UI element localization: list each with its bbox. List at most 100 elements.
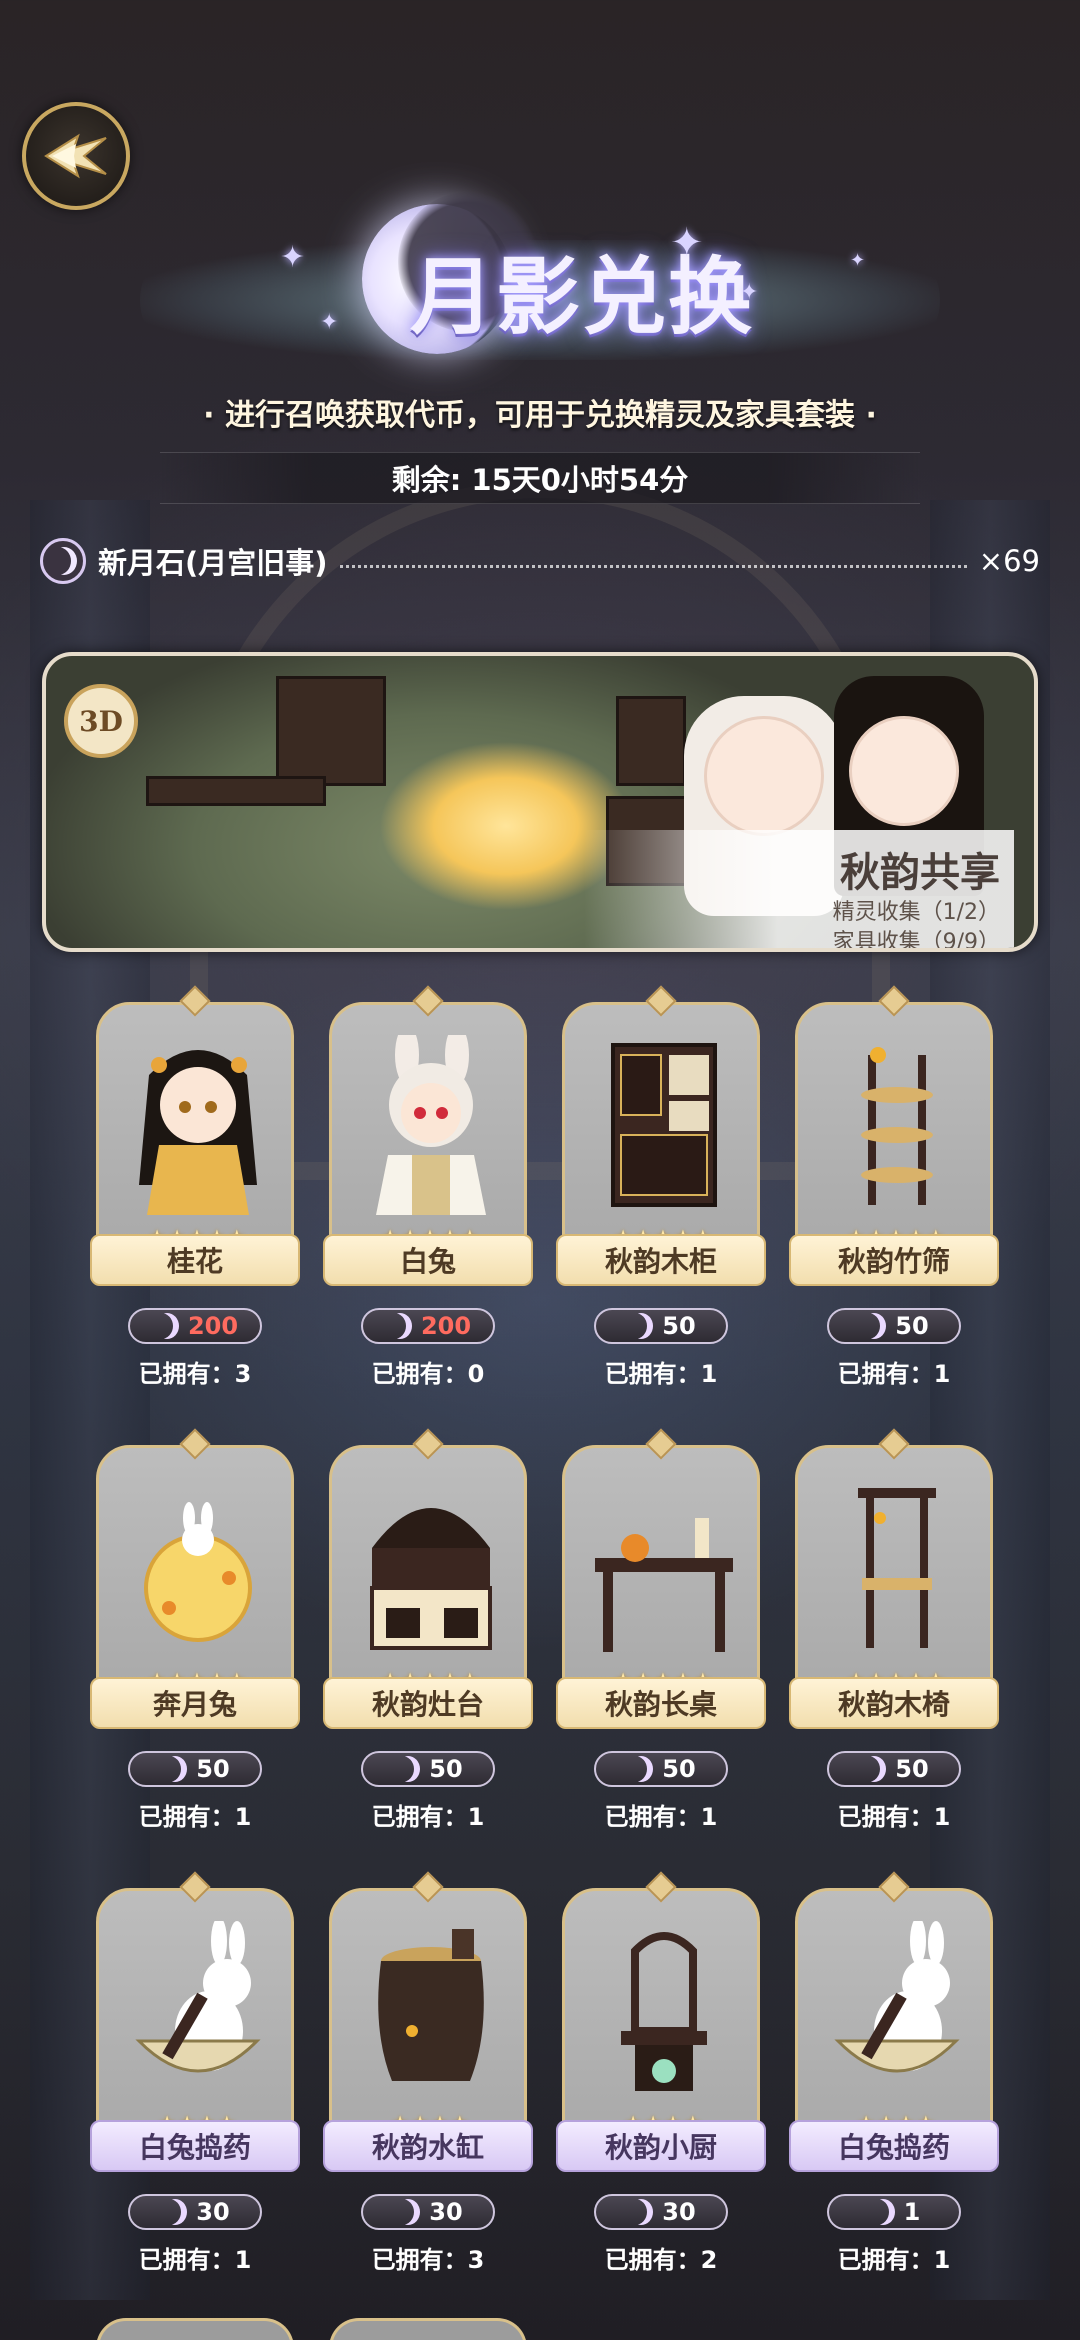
item-card[interactable]: ★★★★	[795, 1888, 993, 2156]
item-name: 桂花	[90, 1234, 300, 1286]
crescent-moon-icon	[859, 1311, 889, 1341]
owned-count: 已拥有：1	[138, 2246, 252, 2274]
item-art	[119, 1035, 277, 1215]
exchange-item[interactable]: ★★★★ 白兔捣药 1 已拥有：1	[789, 1871, 999, 2296]
item-name: 奔月兔	[90, 1677, 300, 1729]
price-tag[interactable]: 30	[361, 2194, 495, 2230]
currency-name: 新月石(月宫旧事)	[98, 546, 328, 580]
exchange-item[interactable]: ★★★★★ 秋韵木椅 50 已拥有：1	[789, 1428, 999, 1853]
item-art	[119, 1917, 277, 2101]
crescent-moon-icon	[393, 1754, 423, 1784]
partial-card[interactable]	[329, 2318, 527, 2340]
item-art	[119, 1478, 277, 1658]
price-tag[interactable]: 50	[594, 1751, 728, 1787]
item-card[interactable]: ★★★★	[329, 1888, 527, 2156]
butterfly-icon: ✦	[740, 280, 759, 305]
owned-count: 已拥有：3	[371, 2246, 485, 2274]
price-tag[interactable]: 50	[594, 1308, 728, 1344]
event-title-logo: 月影兑换 ✦ ✦ ✦ ✦ ✦	[100, 190, 980, 380]
price-tag[interactable]: 30	[128, 2194, 262, 2230]
butterfly-icon: ✦	[670, 220, 704, 266]
exchange-item[interactable]: ★★★★ 白兔捣药 30 已拥有：1	[90, 1871, 300, 2296]
price-tag[interactable]: 50	[827, 1751, 961, 1787]
item-art	[352, 1478, 510, 1658]
partial-card[interactable]	[96, 2318, 294, 2340]
osmanthus-face	[849, 716, 959, 826]
item-art	[818, 1478, 976, 1658]
item-card[interactable]: ★★★★★	[562, 1002, 760, 1270]
item-card[interactable]: ★★★★★	[329, 1002, 527, 1270]
owned-count: 已拥有：1	[837, 1360, 951, 1388]
crescent-moon-icon	[160, 2197, 190, 2227]
price-value: 50	[662, 1755, 696, 1783]
crescent-moon-icon	[40, 538, 86, 584]
item-card[interactable]: ★★★★★	[96, 1445, 294, 1713]
price-tag[interactable]: 200	[361, 1308, 495, 1344]
item-art	[352, 1025, 510, 1215]
item-card[interactable]: ★★★★★	[329, 1445, 527, 1713]
price-tag[interactable]: 50	[128, 1751, 262, 1787]
exchange-item[interactable]: ★★★★★ 秋韵灶台 50 已拥有：1	[323, 1428, 533, 1853]
item-name: 白兔捣药	[789, 2120, 999, 2172]
price-tag[interactable]: 50	[361, 1751, 495, 1787]
3d-view-button[interactable]: 3D	[64, 684, 138, 758]
exchange-item[interactable]: ★★★★★ 白兔 200 已拥有：0	[323, 985, 533, 1410]
price-tag[interactable]: 200	[128, 1308, 262, 1344]
price-value: 200	[420, 1312, 472, 1340]
exchange-item[interactable]: ★★★★★ 桂花 200 已拥有：3	[90, 985, 300, 1410]
item-art	[585, 1921, 743, 2101]
owned-count: 已拥有：1	[371, 1803, 485, 1831]
dotted-leader	[339, 564, 967, 568]
butterfly-icon: ✦	[320, 310, 339, 335]
item-card[interactable]: ★★★★★	[795, 1002, 993, 1270]
item-card[interactable]: ★★★★	[96, 1888, 294, 2156]
crescent-moon-icon	[626, 2197, 656, 2227]
item-name: 秋韵木椅	[789, 1677, 999, 1729]
owned-count: 已拥有：1	[138, 1803, 252, 1831]
item-name: 秋韵长桌	[556, 1677, 766, 1729]
set-banner[interactable]: 3D 秋韵共享 精灵收集（1/2） 家具收集（9/9）	[42, 652, 1038, 952]
exchange-item[interactable]: ★★★★ 秋韵小厨 30 已拥有：2	[556, 1871, 766, 2296]
price-value: 30	[196, 2198, 230, 2226]
currency-row: 新月石(月宫旧事) ×69	[40, 534, 1040, 588]
owned-count: 已拥有：1	[837, 2246, 951, 2274]
crescent-moon-icon	[626, 1754, 656, 1784]
exchange-item[interactable]: ★★★★★ 秋韵竹筛 50 已拥有：1	[789, 985, 999, 1410]
time-remaining-text: 剩余: 15天0小时54分	[391, 463, 689, 497]
item-name: 秋韵灶台	[323, 1677, 533, 1729]
item-card[interactable]: ★★★★★	[562, 1445, 760, 1713]
banner-table-art	[146, 776, 326, 806]
crescent-moon-icon	[626, 1311, 656, 1341]
item-card[interactable]: ★★★★★	[795, 1445, 993, 1713]
item-art	[585, 1478, 743, 1658]
exchange-item[interactable]: ★★★★★ 奔月兔 50 已拥有：1	[90, 1428, 300, 1853]
set-info-panel: 秋韵共享 精灵收集（1/2） 家具收集（9/9）	[584, 830, 1014, 948]
item-card[interactable]: ★★★★★	[96, 1002, 294, 1270]
price-value: 50	[662, 1312, 696, 1340]
item-art	[818, 1035, 976, 1215]
price-tag[interactable]: 50	[827, 1308, 961, 1344]
item-name: 白兔	[323, 1234, 533, 1286]
butterfly-icon: ✦	[850, 250, 866, 271]
exchange-item[interactable]: ★★★★★ 秋韵木柜 50 已拥有：1	[556, 985, 766, 1410]
currency-count: ×69	[978, 544, 1040, 578]
owned-count: 已拥有：1	[837, 1803, 951, 1831]
crescent-moon-icon	[152, 1311, 182, 1341]
item-art	[818, 1917, 976, 2101]
spirit-collect-progress: 精灵收集（1/2）	[832, 900, 1000, 925]
crescent-moon-icon	[385, 1311, 415, 1341]
price-value: 30	[429, 2198, 463, 2226]
item-name: 秋韵水缸	[323, 2120, 533, 2172]
price-tag[interactable]: 30	[594, 2194, 728, 2230]
crescent-moon-icon	[160, 1754, 190, 1784]
crescent-moon-icon	[393, 2197, 423, 2227]
price-value: 1	[903, 2198, 921, 2226]
item-card[interactable]: ★★★★	[562, 1888, 760, 2156]
item-art	[352, 1921, 510, 2101]
exchange-item[interactable]: ★★★★ 秋韵水缸 30 已拥有：3	[323, 1871, 533, 2296]
exchange-item[interactable]: ★★★★★ 秋韵长桌 50 已拥有：1	[556, 1428, 766, 1853]
price-tag[interactable]: 1	[827, 2194, 961, 2230]
price-value: 50	[196, 1755, 230, 1783]
item-name: 秋韵小厨	[556, 2120, 766, 2172]
time-remaining-bar: 剩余: 15天0小时54分	[160, 452, 920, 504]
